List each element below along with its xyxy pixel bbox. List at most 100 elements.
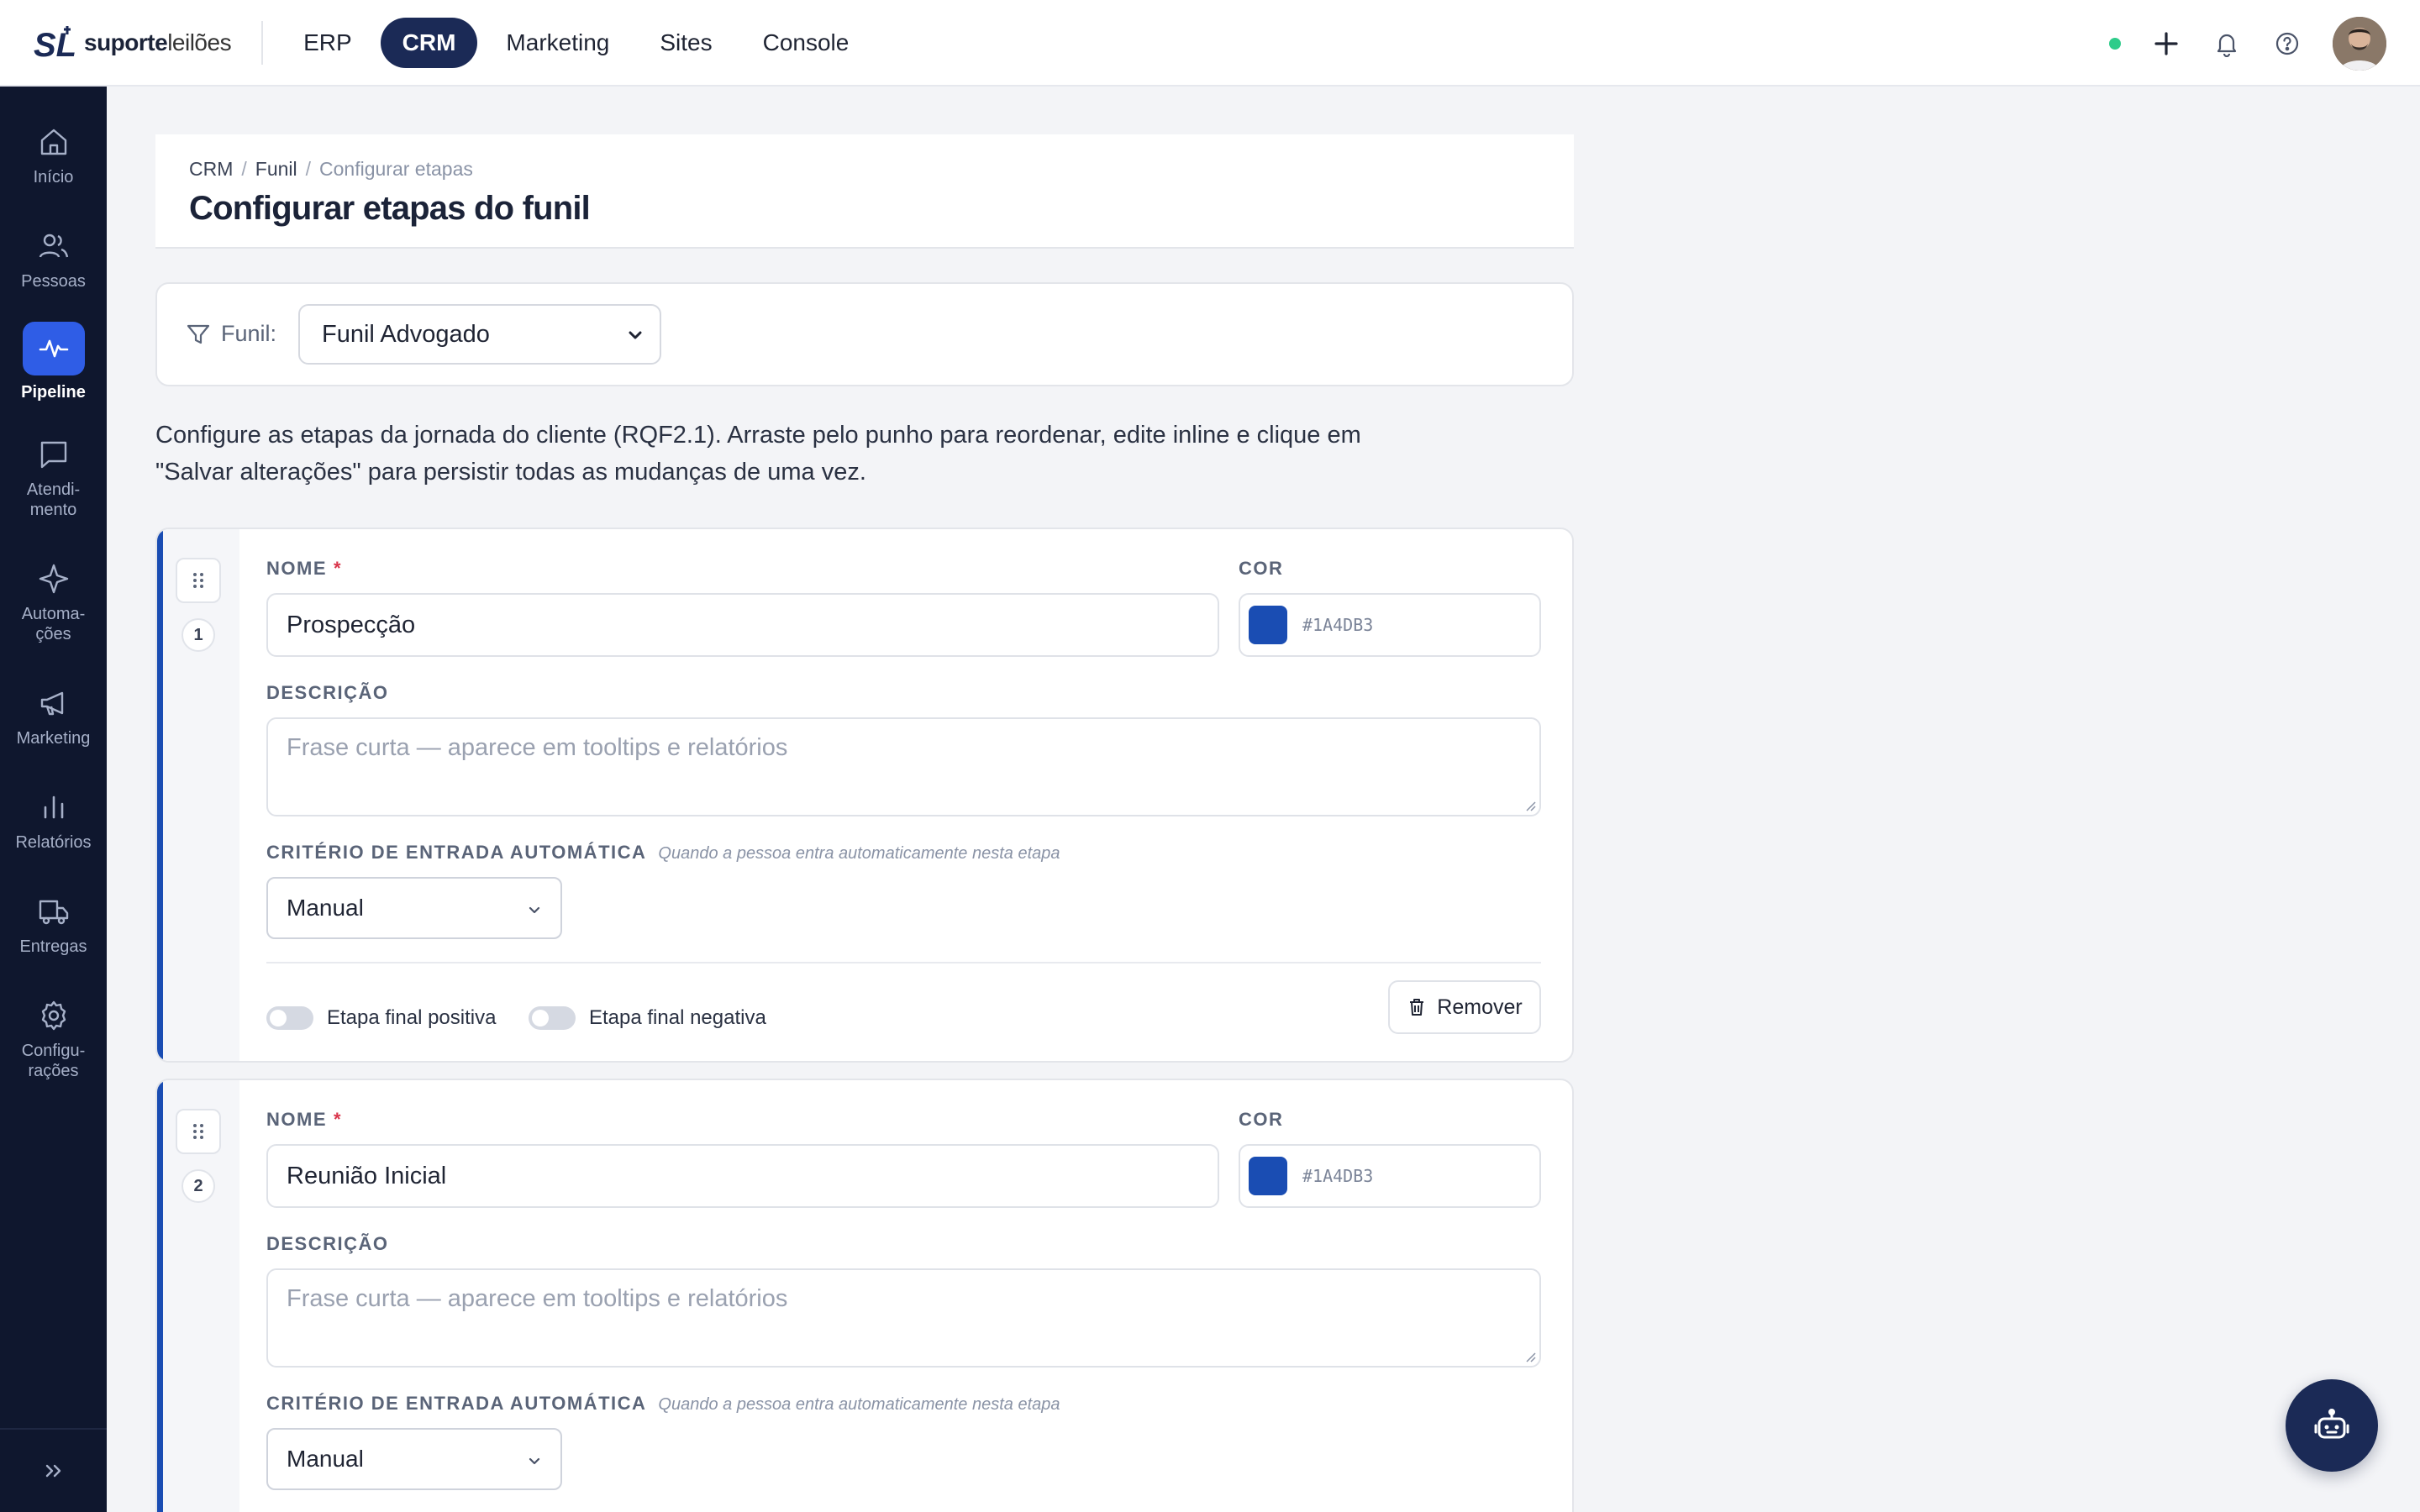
sidebar-item-label: Automa- ções — [21, 605, 86, 643]
remove-stage-button[interactable]: Remover — [1388, 980, 1541, 1034]
sidebar-item-label: Configu- rações — [21, 1042, 86, 1080]
breadcrumb-crm[interactable]: CRM — [189, 158, 233, 181]
breadcrumb-current: Configurar etapas — [319, 158, 473, 180]
sidebar-item-atendimento[interactable]: Atendi- mento — [0, 436, 107, 520]
bell-icon[interactable] — [2212, 29, 2242, 59]
avatar[interactable] — [2333, 16, 2386, 71]
assistant-button[interactable] — [2286, 1379, 2378, 1472]
chevron-down-icon — [529, 906, 540, 914]
double-chevron-right-icon — [45, 1464, 60, 1478]
stage-card: 2 NOME * Reunião Inicial COR #1A4DB3 DESC… — [155, 1079, 1574, 1512]
sidebar-item-label: Marketing — [16, 729, 91, 748]
breadcrumb: CRM / Funil / Configurar etapas — [189, 158, 473, 181]
criteria-select[interactable]: Manual — [266, 1428, 562, 1490]
topnav-crm[interactable]: CRM — [380, 17, 478, 68]
color-swatch[interactable] — [1249, 606, 1287, 644]
criteria-select[interactable]: Manual — [266, 877, 562, 939]
logo[interactable]: SL suporteleilões — [34, 18, 232, 68]
criteria-label: CRITÉRIO DE ENTRADA AUTOMÁTICA Quando a p… — [266, 1393, 1060, 1414]
svg-text:SL: SL — [34, 27, 76, 63]
sidebar-item-pessoas[interactable]: Pessoas — [0, 228, 107, 291]
stage-color-accent — [157, 1080, 163, 1512]
breadcrumb-separator: / — [241, 158, 247, 180]
color-label: COR — [1239, 558, 1284, 579]
color-label: COR — [1239, 1109, 1284, 1130]
top-divider — [261, 20, 264, 65]
sidebar-collapse-button[interactable] — [0, 1428, 107, 1512]
color-hex: #1A4DB3 — [1302, 1166, 1374, 1186]
bar-chart-icon — [35, 789, 72, 826]
megaphone-icon — [35, 685, 72, 722]
chevron-down-icon — [529, 1457, 540, 1465]
criteria-select-value: Manual — [287, 1446, 364, 1472]
stage-description-input[interactable]: Frase curta — aparece em tooltips e rela… — [266, 1268, 1541, 1368]
sidebar-item-configuracoes[interactable]: Configu- rações — [0, 997, 107, 1081]
topnav-sites[interactable]: Sites — [638, 18, 734, 68]
filter-icon — [187, 324, 210, 344]
chevron-down-icon — [629, 331, 642, 339]
drag-handle[interactable] — [176, 1109, 221, 1154]
help-icon[interactable] — [2272, 29, 2302, 59]
final-negative-label: Etapa final negativa — [589, 1006, 766, 1029]
chat-icon — [35, 436, 72, 473]
stage-order-badge: 2 — [182, 1169, 215, 1203]
breadcrumb-funil[interactable]: Funil — [255, 158, 297, 181]
people-icon — [35, 228, 72, 265]
sidebar-item-entregas[interactable]: Entregas — [0, 893, 107, 957]
sidebar-item-marketing[interactable]: Marketing — [0, 685, 107, 748]
trash-icon — [1410, 999, 1424, 1016]
stage-gutter — [163, 529, 239, 1061]
sidebar: Início Pessoas Pipeline Atendi- mento Au… — [0, 87, 107, 1512]
stage-card: 1 NOME * Prospecção COR #1A4DB3 DESCRIÇÃO… — [155, 528, 1574, 1063]
topnav-marketing[interactable]: Marketing — [484, 18, 631, 68]
grip-icon — [193, 573, 203, 588]
drag-handle[interactable] — [176, 558, 221, 603]
resize-grip-icon[interactable] — [1523, 798, 1536, 811]
sidebar-item-automacoes[interactable]: Automa- ções — [0, 560, 107, 644]
sidebar-item-label: Início — [33, 168, 74, 186]
intro-text: Configure as etapas da jornada do client… — [155, 422, 1361, 486]
grip-icon — [193, 1124, 203, 1139]
stage-color-input[interactable]: #1A4DB3 — [1239, 593, 1541, 657]
plus-icon[interactable] — [2151, 29, 2181, 59]
funnel-filter: Funil: Funil Advogado — [155, 282, 1574, 386]
final-positive-toggle[interactable]: Etapa final positiva — [266, 1006, 496, 1030]
funnel-select[interactable]: Funil Advogado — [298, 304, 661, 365]
final-negative-toggle[interactable]: Etapa final negativa — [529, 1006, 766, 1030]
sidebar-item-label: Pipeline — [21, 383, 86, 402]
stage-name-input[interactable]: Prospecção — [266, 593, 1219, 657]
color-swatch[interactable] — [1249, 1157, 1287, 1195]
color-hex: #1A4DB3 — [1302, 615, 1374, 635]
stage-color-input[interactable]: #1A4DB3 — [1239, 1144, 1541, 1208]
filter-label: Funil: — [186, 321, 276, 347]
final-positive-label: Etapa final positiva — [327, 1006, 497, 1029]
top-bar: SL suporteleilões ERP CRM Marketing Site… — [0, 0, 2420, 87]
sidebar-item-label: Entregas — [19, 937, 87, 956]
stage-name-input[interactable]: Reunião Inicial — [266, 1144, 1219, 1208]
logo-text: suporteleilões — [84, 29, 232, 55]
topnav-console[interactable]: Console — [741, 18, 871, 68]
sidebar-item-pipeline[interactable]: Pipeline — [0, 322, 107, 402]
stage-color-accent — [157, 529, 163, 1061]
description-placeholder: Frase curta — aparece em tooltips e rela… — [287, 734, 788, 761]
toggle-switch[interactable] — [266, 1006, 313, 1030]
breadcrumb-separator: / — [305, 158, 312, 180]
name-label: NOME * — [266, 1109, 343, 1130]
sparkle-icon — [35, 560, 72, 597]
funnel-select-value: Funil Advogado — [322, 320, 490, 348]
toggle-switch[interactable] — [529, 1006, 576, 1030]
sidebar-item-relatorios[interactable]: Relatórios — [0, 789, 107, 853]
stage-description-input[interactable]: Frase curta — aparece em tooltips e rela… — [266, 717, 1541, 816]
sidebar-item-inicio[interactable]: Início — [0, 123, 107, 187]
gear-icon — [35, 997, 72, 1034]
remove-label: Remover — [1437, 995, 1523, 1019]
topnav-erp[interactable]: ERP — [281, 18, 374, 68]
resize-grip-icon[interactable] — [1523, 1349, 1536, 1362]
logo-mark-icon: SL — [34, 25, 76, 63]
stage-divider — [266, 962, 1541, 963]
pulse-icon — [22, 322, 85, 375]
sidebar-item-label: Pessoas — [21, 272, 86, 291]
main-content: CRM / Funil / Configurar etapas Configur… — [107, 87, 2420, 1512]
description-label: DESCRIÇÃO — [266, 1233, 389, 1254]
page-header: CRM / Funil / Configurar etapas Configur… — [155, 134, 1574, 249]
